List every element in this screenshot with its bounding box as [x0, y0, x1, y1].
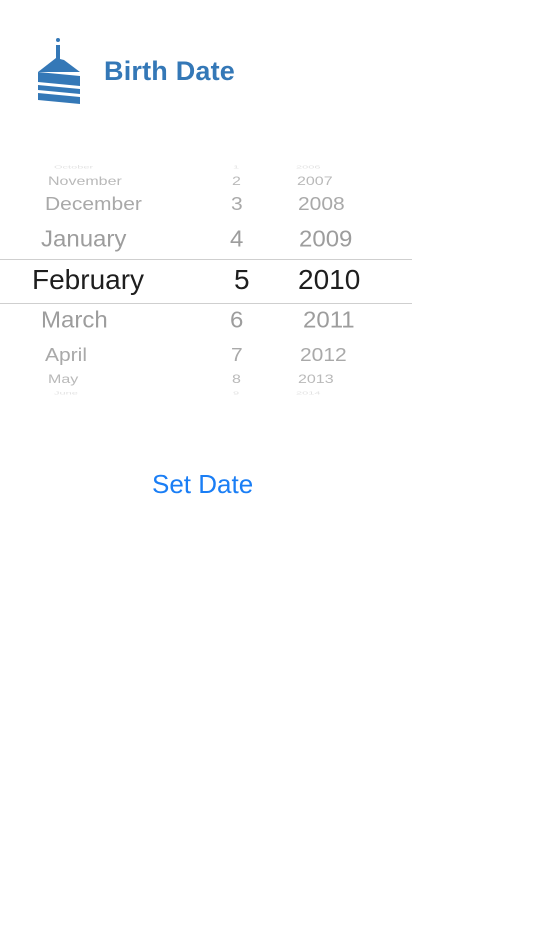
month-option[interactable]: January — [41, 228, 126, 251]
day-option[interactable]: 4 — [230, 228, 243, 251]
month-option[interactable]: March — [41, 309, 108, 332]
year-option[interactable]: 2008 — [298, 195, 345, 213]
date-picker[interactable]: October November December January February Ma… — [0, 160, 412, 396]
day-option[interactable]: 3 — [231, 195, 243, 213]
year-option[interactable]: 2009 — [299, 228, 352, 251]
month-option[interactable]: December — [45, 195, 142, 213]
year-option[interactable]: 2013 — [298, 374, 334, 386]
selection-line-top — [0, 259, 412, 260]
birthday-cake-icon — [38, 38, 80, 104]
year-option[interactable]: 2014 — [296, 391, 320, 396]
day-option[interactable]: 5 — [234, 266, 250, 294]
year-option[interactable]: 2006 — [296, 165, 320, 170]
page-title: Birth Date — [104, 56, 236, 86]
year-option[interactable]: 2007 — [297, 176, 333, 188]
day-option[interactable]: 7 — [231, 346, 243, 364]
month-option[interactable]: October — [54, 165, 93, 170]
set-date-button[interactable]: Set Date — [152, 469, 253, 500]
day-option[interactable]: 9 — [233, 391, 239, 396]
selection-line-bottom — [0, 303, 412, 304]
month-option[interactable]: November — [48, 176, 122, 188]
year-option[interactable]: 2011 — [303, 309, 355, 332]
month-option[interactable]: May — [48, 374, 78, 386]
year-option[interactable]: 2010 — [298, 266, 360, 294]
year-option[interactable]: 2012 — [300, 346, 347, 364]
month-option[interactable]: June — [54, 391, 78, 396]
month-option[interactable]: February — [32, 266, 144, 294]
month-option[interactable]: April — [45, 346, 87, 364]
day-option[interactable]: 2 — [232, 176, 241, 188]
day-option[interactable]: 1 — [233, 165, 239, 170]
day-option[interactable]: 6 — [230, 309, 243, 332]
day-option[interactable]: 8 — [232, 374, 241, 386]
app-header: Birth Date — [0, 0, 534, 140]
